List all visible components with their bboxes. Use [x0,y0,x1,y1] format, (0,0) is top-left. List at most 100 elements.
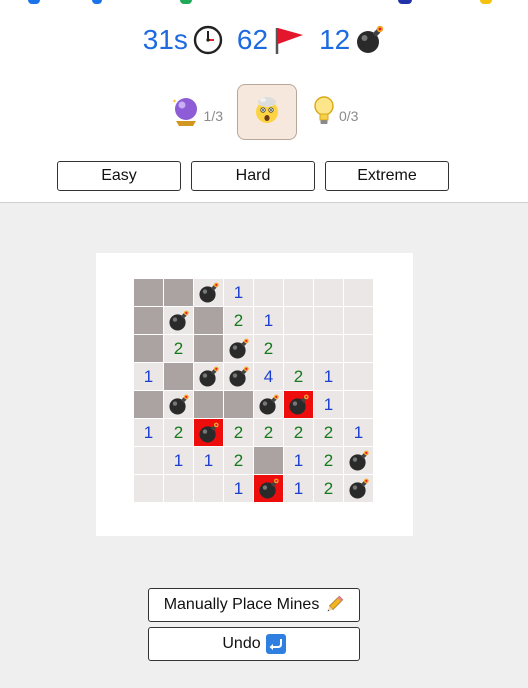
empty-cell[interactable] [314,279,343,306]
number-cell[interactable]: 1 [134,363,163,390]
empty-cell[interactable] [344,307,373,334]
number-cell[interactable]: 2 [284,419,313,446]
cell-number: 2 [293,422,304,442]
manually-place-mines-button[interactable]: Manually Place Mines [148,588,360,622]
number-cell[interactable]: 1 [224,475,253,502]
cell-number: 2 [323,422,334,442]
covered-cell[interactable] [164,279,193,306]
number-cell[interactable]: 2 [224,307,253,334]
number-cell[interactable]: 1 [224,279,253,306]
manual-place-label: Manually Place Mines [163,596,320,613]
exploded-mine-cell[interactable] [194,419,223,446]
number-cell[interactable]: 2 [224,447,253,474]
number-cell[interactable]: 2 [314,447,343,474]
hint-helper[interactable]: 0/3 [311,95,358,130]
bomb-icon [355,25,385,55]
undo-label: Undo [222,635,261,652]
mine-cell[interactable] [344,475,373,502]
covered-cell[interactable] [224,391,253,418]
undo-button[interactable]: Undo [148,627,360,661]
hard-button[interactable]: Hard [191,161,315,191]
number-cell[interactable]: 1 [314,391,343,418]
number-cell[interactable]: 2 [314,475,343,502]
number-cell[interactable]: 2 [284,363,313,390]
number-cell[interactable]: 1 [254,307,283,334]
reset-face-button[interactable] [237,84,297,140]
number-cell[interactable]: 1 [284,475,313,502]
number-cell[interactable]: 2 [254,419,283,446]
number-cell[interactable]: 1 [194,447,223,474]
empty-cell[interactable] [194,475,223,502]
empty-cell[interactable] [344,279,373,306]
minefield-grid: 1212214211122222111212112 [134,279,373,502]
action-buttons: Manually Place Mines Undo [148,588,360,666]
bomb-icon [348,478,370,500]
empty-cell[interactable] [284,307,313,334]
hint-count: 0/3 [339,108,359,124]
crystal-ball-helper[interactable]: 1/3 [170,95,223,130]
empty-cell[interactable] [314,335,343,362]
mine-cell[interactable] [224,335,253,362]
exploding-head-face-icon [252,95,282,129]
easy-button[interactable]: Easy [57,161,181,191]
empty-cell[interactable] [314,307,343,334]
exploded-mine-cell[interactable] [254,475,283,502]
number-cell[interactable]: 2 [164,419,193,446]
empty-cell[interactable] [284,335,313,362]
lightbulb-icon [311,95,337,130]
covered-cell[interactable] [194,307,223,334]
number-cell[interactable]: 1 [314,363,343,390]
empty-cell[interactable] [344,335,373,362]
empty-cell[interactable] [134,475,163,502]
covered-cell[interactable] [164,363,193,390]
pencil-icon [324,595,344,615]
number-cell[interactable]: 1 [344,419,373,446]
empty-cell[interactable] [284,279,313,306]
bomb-count: 12 [319,24,351,55]
cell-number: 1 [323,394,334,414]
mine-cell[interactable] [164,307,193,334]
number-cell[interactable]: 1 [284,447,313,474]
bomb-icon [168,310,190,332]
cell-number: 1 [173,450,184,470]
empty-cell[interactable] [164,475,193,502]
number-cell[interactable]: 4 [254,363,283,390]
bomb-icon [168,394,190,416]
mine-cell[interactable] [224,363,253,390]
timer-value: 31s [142,24,188,55]
cell-number: 2 [293,366,304,386]
crystal-ball-icon [170,95,202,130]
empty-cell[interactable] [134,447,163,474]
covered-cell[interactable] [134,391,163,418]
covered-cell[interactable] [194,391,223,418]
mine-cell[interactable] [194,363,223,390]
mine-cell[interactable] [254,391,283,418]
mine-cell[interactable] [344,447,373,474]
covered-cell[interactable] [134,279,163,306]
mine-cell[interactable] [164,391,193,418]
empty-cell[interactable] [254,279,283,306]
exploded-mine-cell[interactable] [284,391,313,418]
bomb-icon [198,366,220,388]
number-cell[interactable]: 2 [164,335,193,362]
mine-cell[interactable] [194,279,223,306]
crystal-ball-count: 1/3 [203,108,223,124]
extreme-button[interactable]: Extreme [325,161,449,191]
number-cell[interactable]: 1 [134,419,163,446]
covered-cell[interactable] [134,307,163,334]
bomb-icon [228,338,250,360]
number-cell[interactable]: 2 [224,419,253,446]
cell-number: 2 [173,338,184,358]
bomb-icon [198,282,220,304]
covered-cell[interactable] [134,335,163,362]
cell-number: 1 [233,478,244,498]
number-cell[interactable]: 2 [254,335,283,362]
covered-cell[interactable] [254,447,283,474]
flag-icon [273,25,305,55]
number-cell[interactable]: 1 [164,447,193,474]
empty-cell[interactable] [344,363,373,390]
covered-cell[interactable] [194,335,223,362]
empty-cell[interactable] [344,391,373,418]
bomb-icon [198,422,220,444]
number-cell[interactable]: 2 [314,419,343,446]
